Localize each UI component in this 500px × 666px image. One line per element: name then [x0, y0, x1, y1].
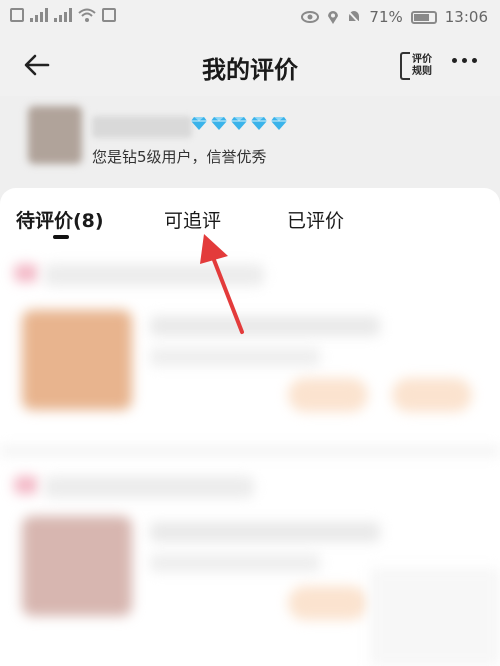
- product-spec-blurred: [150, 348, 320, 366]
- shop-name-blurred[interactable]: [44, 476, 254, 498]
- battery-icon: [410, 10, 437, 24]
- battery-percent: 71%: [369, 8, 403, 26]
- rules-label-line1: 评价: [412, 54, 432, 65]
- dot-icon: [462, 58, 467, 63]
- status-right-icons: 71% 13:06: [301, 8, 488, 26]
- diamond-icon: [191, 117, 207, 130]
- member-level-text: 您是钻5级用户，信誉优秀: [92, 148, 267, 166]
- location-icon: [328, 10, 339, 24]
- review-rules-label: 评价 规则: [412, 54, 432, 78]
- product-thumbnail-blurred[interactable]: [22, 310, 132, 410]
- tab-pending-review[interactable]: 待评价(8): [16, 206, 104, 233]
- product-spec-blurred: [150, 554, 320, 572]
- dot-icon: [452, 58, 457, 63]
- mute-bell-icon: [347, 9, 362, 25]
- more-options-button[interactable]: [452, 58, 477, 63]
- dot-icon: [472, 58, 477, 63]
- active-tab-indicator: [53, 235, 69, 239]
- username-blurred: [92, 116, 192, 138]
- product-thumbnail-blurred[interactable]: [22, 516, 132, 616]
- diamond-icon: [211, 117, 227, 130]
- review-rules-button[interactable]: 评价 规则: [400, 50, 436, 82]
- user-profile-section: 您是钻5级用户，信誉优秀: [0, 96, 500, 186]
- diamond-icon: [231, 117, 247, 130]
- wifi-icon: [78, 8, 96, 22]
- notification-icon: [102, 8, 116, 22]
- signal-icon-2: [54, 8, 72, 22]
- status-left-icons: [10, 8, 116, 22]
- shop-badge-blurred: [14, 476, 38, 494]
- shop-badge-blurred: [14, 264, 38, 282]
- action-button-blurred[interactable]: [288, 378, 368, 412]
- tab-follow-up-review[interactable]: 可追评: [164, 206, 221, 233]
- back-button[interactable]: [22, 50, 58, 82]
- rules-label-line2: 规则: [412, 66, 432, 77]
- review-button-blurred[interactable]: [288, 586, 368, 620]
- diamond-level-badges: [190, 114, 288, 132]
- document-icon: [400, 52, 410, 80]
- top-nav-bar: 我的评价 评价 规则: [0, 36, 500, 96]
- product-title-blurred: [150, 316, 380, 336]
- clock-time: 13:06: [444, 8, 488, 26]
- tab-reviewed[interactable]: 已评价: [287, 206, 344, 233]
- avatar[interactable]: [28, 106, 82, 164]
- arrow-left-icon: [24, 54, 50, 76]
- hd-icon: [10, 8, 24, 22]
- item-separator: [0, 446, 500, 456]
- eye-icon: [301, 11, 320, 23]
- diamond-icon: [251, 117, 267, 130]
- signal-icon: [30, 8, 48, 22]
- review-button-blurred[interactable]: [392, 378, 472, 412]
- blurred-area: [370, 568, 500, 666]
- diamond-icon: [271, 117, 287, 130]
- product-title-blurred: [150, 522, 380, 542]
- annotation-arrow-icon: [200, 234, 244, 334]
- status-bar: 71% 13:06: [0, 0, 500, 36]
